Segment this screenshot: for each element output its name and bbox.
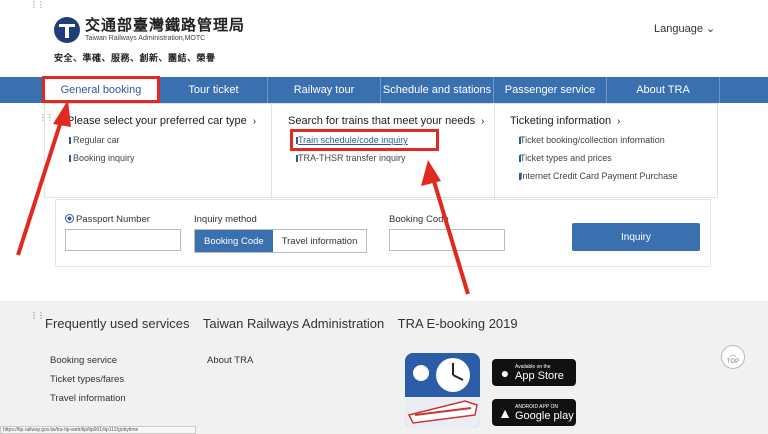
logo-chinese-name: 交通部臺灣鐵路管理局 (85, 17, 246, 34)
tra-logo-icon (54, 17, 80, 43)
nav-tour-ticket[interactable]: Tour ticket (160, 77, 268, 103)
nav-railway-tour[interactable]: Railway tour (268, 77, 381, 103)
link-credit-card-purchase[interactable]: Internet Credit Card Payment Purchase (495, 171, 719, 181)
highlight-box (290, 129, 439, 151)
footer-title-services: Frequently used services (45, 316, 190, 331)
nav-general-booking[interactable]: General booking (42, 76, 160, 103)
main-nav: General booking Tour ticket Railway tour… (0, 76, 768, 103)
footer-titles: Frequently used services Taiwan Railways… (45, 316, 528, 331)
booking-code-label: Booking Code (389, 214, 449, 225)
link-tra-thsr-transfer[interactable]: TRA-THSR transfer inquiry (272, 153, 494, 163)
radio-icon[interactable] (65, 214, 74, 223)
site-logo[interactable]: 交通部臺灣鐵路管理局 Taiwan Railways Administratio… (54, 17, 245, 43)
passport-input[interactable] (65, 229, 181, 251)
footer-title-tra: Taiwan Railways Administration (202, 316, 385, 331)
booking-code-input[interactable] (389, 229, 505, 251)
link-ticket-booking-collection[interactable]: Ticket booking/collection information (495, 135, 719, 145)
back-to-top-button[interactable]: ︿ TOP (721, 345, 745, 369)
car-type-heading[interactable]: Please select your preferred car type › (45, 115, 271, 127)
dropdown-col-search: Search for trains that meet your needs › … (272, 104, 495, 199)
nav-about-tra[interactable]: About TRA (607, 77, 720, 103)
search-trains-heading[interactable]: Search for trains that meet your needs › (272, 115, 494, 127)
nav-schedule-stations[interactable]: Schedule and stations (381, 77, 494, 103)
footer-title-ebooking: TRA E-booking 2019 (397, 316, 518, 331)
link-regular-car[interactable]: Regular car (45, 135, 271, 145)
chevron-up-icon: ︿ (729, 351, 737, 358)
link-ticket-types-prices[interactable]: Ticket types and prices (495, 153, 719, 163)
apple-icon: ● (500, 364, 510, 381)
google-play-badge[interactable]: ▲ ANDROID APP ON Google play (492, 399, 576, 426)
slogan: 安全、準確、服務、創新、團結、榮譽 (54, 53, 216, 63)
logo-english-name: Taiwan Railways Administration,MOTC (85, 35, 206, 42)
footer-link-about-tra[interactable]: About TRA (207, 355, 253, 366)
chevron-right-icon: › (617, 116, 621, 127)
ticketing-info-heading[interactable]: Ticketing information › (495, 115, 719, 127)
app-store-badge[interactable]: ● Available on the App Store (492, 359, 576, 386)
page: ⋮⋮ 交通部臺灣鐵路管理局 Taiwan Railways Administra… (0, 0, 768, 434)
tra-app-icon[interactable] (405, 353, 480, 428)
chevron-right-icon: › (252, 116, 257, 127)
dropdown-col-car-type: Please select your preferred car type › R… (45, 104, 272, 199)
option-booking-code[interactable]: Booking Code (195, 230, 273, 252)
inquiry-button[interactable]: Inquiry (572, 223, 700, 251)
passport-label[interactable]: Passport Number (65, 214, 150, 225)
inquiry-method-label: Inquiry method (194, 214, 257, 225)
footer-link-ticket-types[interactable]: Ticket types/fares (50, 374, 124, 385)
nav-passenger-service[interactable]: Passenger service (494, 77, 607, 103)
footer-link-travel-info[interactable]: Travel information (50, 393, 126, 404)
android-icon: ▲ (498, 404, 512, 421)
link-booking-inquiry[interactable]: Booking inquiry (45, 153, 271, 163)
status-bar-url: https://tip.railway.gov.tw/tra-tip-web/t… (0, 426, 196, 434)
chevron-right-icon: › (481, 116, 485, 127)
drag-grip-icon: ⋮⋮ (30, 0, 45, 9)
footer: ⋮⋮ Frequently used services Taiwan Railw… (0, 301, 768, 434)
footer-link-booking-service[interactable]: Booking service (50, 355, 117, 366)
language-selector[interactable]: Language ⌄ (654, 22, 715, 35)
dropdown-col-ticketing: Ticketing information › Ticket booking/co… (495, 104, 719, 199)
option-travel-information[interactable]: Travel information (273, 230, 367, 252)
inquiry-method-toggle: Booking Code Travel information (194, 229, 368, 253)
drag-grip-icon: ⋮⋮ (30, 311, 45, 320)
